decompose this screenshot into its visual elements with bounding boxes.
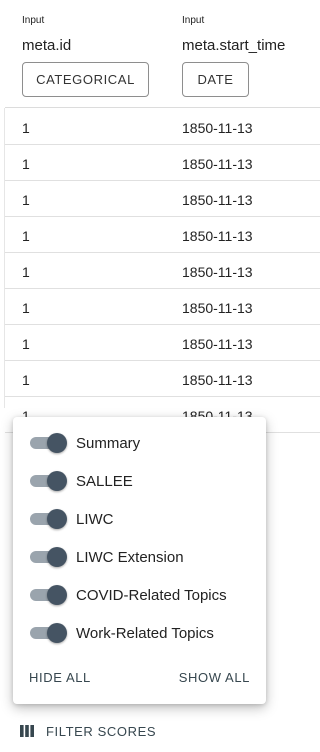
filter-scores-button[interactable]: FILTER SCORES (20, 720, 156, 742)
column-kind-label: Input (182, 15, 205, 26)
score-toggle-label: Work-Related Topics (76, 625, 214, 642)
cell-meta-start-time: 1850-11-13 (182, 228, 253, 244)
cell-meta-start-time: 1850-11-13 (182, 120, 253, 136)
cell-meta-start-time: 1850-11-13 (182, 192, 253, 208)
cell-meta-start-time: 1850-11-13 (182, 264, 253, 280)
switch-thumb (47, 433, 67, 453)
column-type-button[interactable]: CATEGORICAL (22, 62, 149, 97)
switch-thumb (47, 623, 67, 643)
column-type-button[interactable]: DATE (182, 62, 249, 97)
cell-meta-id: 1 (22, 372, 30, 388)
switch-thumb (47, 585, 67, 605)
cell-meta-id: 1 (22, 228, 30, 244)
table-row: 1 1850-11-13 (5, 144, 320, 181)
column-field-name: meta.id (22, 37, 72, 54)
score-toggle-label: LIWC (76, 511, 114, 528)
score-toggle-item[interactable]: LIWC (13, 500, 266, 538)
toggle-switch[interactable] (30, 509, 68, 529)
filter-scores-label: FILTER SCORES (46, 723, 157, 739)
cell-meta-start-time: 1850-11-13 (182, 372, 253, 388)
filter-scores-menu: Summary SALLEE LIWC LIWC Extension COVID-Rel… (13, 417, 266, 704)
view-columns-icon (20, 725, 34, 737)
cell-meta-id: 1 (22, 156, 30, 172)
cell-meta-id: 1 (22, 192, 30, 208)
score-toggle-item[interactable]: Work-Related Topics (13, 614, 266, 652)
switch-thumb (47, 547, 67, 567)
switch-thumb (47, 471, 67, 491)
cell-meta-start-time: 1850-11-13 (182, 156, 253, 172)
column-field-name: meta.start_time (182, 37, 286, 54)
table-row: 1 1850-11-13 (5, 288, 320, 325)
toggle-switch[interactable] (30, 623, 68, 643)
hide-all-button[interactable]: HIDE ALL (29, 670, 91, 685)
score-toggle-label: LIWC Extension (76, 549, 184, 566)
data-grid: Input meta.id CATEGORICAL Input meta.sta… (0, 0, 320, 752)
switch-thumb (47, 509, 67, 529)
score-toggle-item[interactable]: COVID-Related Topics (13, 576, 266, 614)
cell-meta-start-time: 1850-11-13 (182, 300, 253, 316)
score-toggle-item[interactable]: LIWC Extension (13, 538, 266, 576)
score-toggle-label: SALLEE (76, 473, 133, 490)
toggle-switch[interactable] (30, 471, 68, 491)
cell-meta-id: 1 (22, 120, 30, 136)
table-row: 1 1850-11-13 (5, 216, 320, 253)
score-toggle-label: COVID-Related Topics (76, 587, 227, 604)
score-toggle-item[interactable]: Summary (13, 424, 266, 462)
table-row: 1 1850-11-13 (5, 180, 320, 217)
column-header-meta-id: Input meta.id CATEGORICAL (22, 0, 172, 108)
cell-meta-id: 1 (22, 300, 30, 316)
cell-meta-id: 1 (22, 336, 30, 352)
score-toggle-item[interactable]: SALLEE (13, 462, 266, 500)
cell-meta-start-time: 1850-11-13 (182, 336, 253, 352)
toggle-switch[interactable] (30, 433, 68, 453)
column-kind-label: Input (22, 15, 45, 26)
table-row: 1 1850-11-13 (5, 108, 320, 145)
toggle-switch[interactable] (30, 547, 68, 567)
column-header-meta-start-time: Input meta.start_time DATE (182, 0, 320, 108)
table-row: 1 1850-11-13 (5, 324, 320, 361)
toggle-switch[interactable] (30, 585, 68, 605)
score-toggle-label: Summary (76, 435, 141, 452)
show-all-button[interactable]: SHOW ALL (179, 670, 250, 685)
table-row: 1 1850-11-13 (5, 252, 320, 289)
table-row: 1 1850-11-13 (5, 360, 320, 397)
cell-meta-id: 1 (22, 264, 30, 280)
